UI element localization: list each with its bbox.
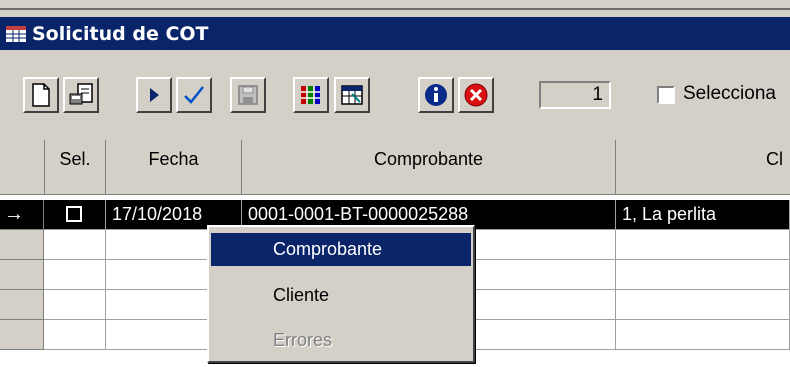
header-corner bbox=[0, 140, 45, 195]
window-top-strip bbox=[0, 0, 790, 16]
empty-cell[interactable] bbox=[44, 260, 106, 290]
cancel-button[interactable] bbox=[458, 77, 494, 113]
properties-icon bbox=[69, 83, 93, 105]
new-document-icon bbox=[32, 83, 50, 107]
save-button[interactable] bbox=[230, 77, 266, 113]
window-titlebar: Solicitud de COT bbox=[0, 17, 790, 50]
menu-item-cliente[interactable]: Cliente bbox=[211, 279, 471, 312]
top-divider bbox=[0, 8, 790, 10]
row-indicator: → bbox=[0, 200, 44, 230]
window-title: Solicitud de COT bbox=[32, 22, 209, 45]
menu-item-comprobante[interactable]: Comprobante bbox=[211, 233, 471, 266]
empty-cell[interactable] bbox=[616, 260, 790, 290]
cancel-icon bbox=[464, 83, 488, 107]
play-icon bbox=[150, 88, 159, 102]
empty-cell[interactable] bbox=[44, 320, 106, 350]
row-indicator bbox=[0, 290, 44, 320]
menu-item-errores[interactable]: Errores bbox=[211, 324, 471, 357]
properties-button[interactable] bbox=[63, 77, 99, 113]
row-checkbox[interactable] bbox=[66, 206, 82, 222]
header-comprobante[interactable]: Comprobante bbox=[242, 140, 616, 195]
select-checkbox[interactable] bbox=[657, 86, 675, 104]
app-grid-icon bbox=[6, 25, 26, 42]
check-icon bbox=[184, 86, 204, 104]
header-cliente[interactable]: Cl bbox=[616, 140, 790, 195]
empty-cell[interactable] bbox=[44, 230, 106, 260]
empty-cell[interactable] bbox=[616, 290, 790, 320]
save-icon bbox=[238, 85, 258, 105]
info-icon bbox=[425, 84, 447, 106]
row-indicator bbox=[0, 260, 44, 290]
empty-cell[interactable] bbox=[616, 230, 790, 260]
toolbar: 1 Selecciona bbox=[0, 50, 790, 140]
new-button[interactable] bbox=[23, 77, 59, 113]
empty-cell[interactable] bbox=[44, 290, 106, 320]
grid-icon bbox=[341, 85, 363, 105]
context-menu: Comprobante Cliente Errores bbox=[207, 225, 475, 363]
header-sel[interactable]: Sel. bbox=[45, 140, 106, 195]
columns-button[interactable] bbox=[293, 77, 329, 113]
empty-cell[interactable] bbox=[616, 320, 790, 350]
grid-button[interactable] bbox=[334, 77, 370, 113]
cell-sel[interactable] bbox=[44, 200, 106, 230]
row-indicator bbox=[0, 230, 44, 260]
row-indicator bbox=[0, 320, 44, 350]
accept-button[interactable] bbox=[176, 77, 212, 113]
info-button[interactable] bbox=[418, 77, 454, 113]
cell-cliente[interactable]: 1, La perlita bbox=[616, 200, 790, 230]
row-pointer-icon: → bbox=[4, 203, 24, 225]
header-fecha[interactable]: Fecha bbox=[106, 140, 242, 195]
run-button[interactable] bbox=[136, 77, 172, 113]
record-counter[interactable]: 1 bbox=[539, 81, 611, 109]
columns-icon bbox=[301, 86, 320, 104]
select-label: Selecciona bbox=[683, 83, 776, 104]
